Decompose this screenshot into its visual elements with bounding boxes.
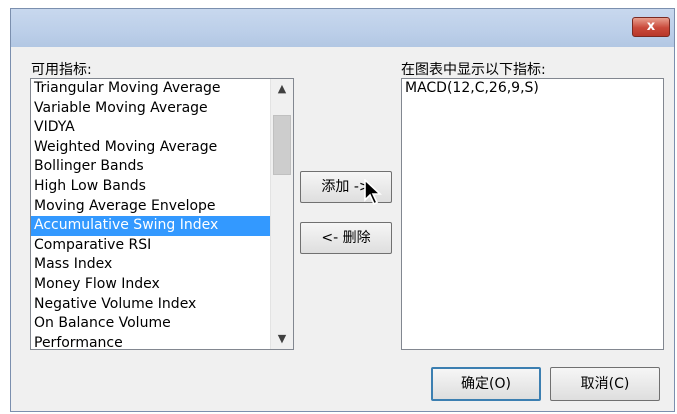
list-item[interactable]: High Low Bands (31, 177, 293, 197)
remove-button[interactable]: <- 删除 (300, 222, 392, 254)
available-items: Triangular Moving Average Variable Moving… (31, 79, 293, 349)
list-item[interactable]: Moving Average Envelope (31, 197, 293, 217)
chevron-up-icon[interactable]: ▲ (271, 79, 293, 99)
list-item[interactable]: Triangular Moving Average (31, 79, 293, 99)
title-bar: x (11, 9, 674, 47)
shown-indicators-list[interactable]: MACD(12,C,26,9,S) (401, 78, 664, 350)
shown-items: MACD(12,C,26,9,S) (402, 79, 663, 99)
close-button[interactable]: x (632, 17, 670, 37)
chevron-down-icon[interactable]: ▼ (271, 329, 293, 349)
cancel-button[interactable]: 取消(C) (550, 367, 660, 401)
list-item[interactable]: Mass Index (31, 255, 293, 275)
list-item[interactable]: On Balance Volume (31, 314, 293, 334)
close-icon: x (646, 19, 656, 34)
mouse-pointer-icon (364, 179, 383, 206)
list-item[interactable]: Variable Moving Average (31, 99, 293, 119)
list-item[interactable]: Money Flow Index (31, 275, 293, 295)
list-item[interactable]: Weighted Moving Average (31, 138, 293, 158)
available-indicators-list[interactable]: Triangular Moving Average Variable Moving… (30, 78, 294, 350)
list-item[interactable]: Accumulative Swing Index (31, 216, 293, 236)
indicator-dialog: x 可用指标: 在图表中显示以下指标: Triangular Moving Av… (10, 8, 675, 412)
list-item[interactable]: Bollinger Bands (31, 157, 293, 177)
list-item[interactable]: Performance (31, 334, 293, 349)
list-item[interactable]: MACD(12,C,26,9,S) (402, 79, 663, 99)
list-scrollbar[interactable]: ▲ ▼ (270, 79, 293, 349)
shown-indicators-label: 在图表中显示以下指标: (401, 62, 546, 78)
list-item[interactable]: Comparative RSI (31, 236, 293, 256)
scroll-thumb[interactable] (273, 115, 291, 175)
list-item[interactable]: Negative Volume Index (31, 295, 293, 315)
available-indicators-label: 可用指标: (31, 62, 92, 78)
ok-button[interactable]: 确定(O) (431, 367, 541, 401)
list-item[interactable]: VIDYA (31, 118, 293, 138)
